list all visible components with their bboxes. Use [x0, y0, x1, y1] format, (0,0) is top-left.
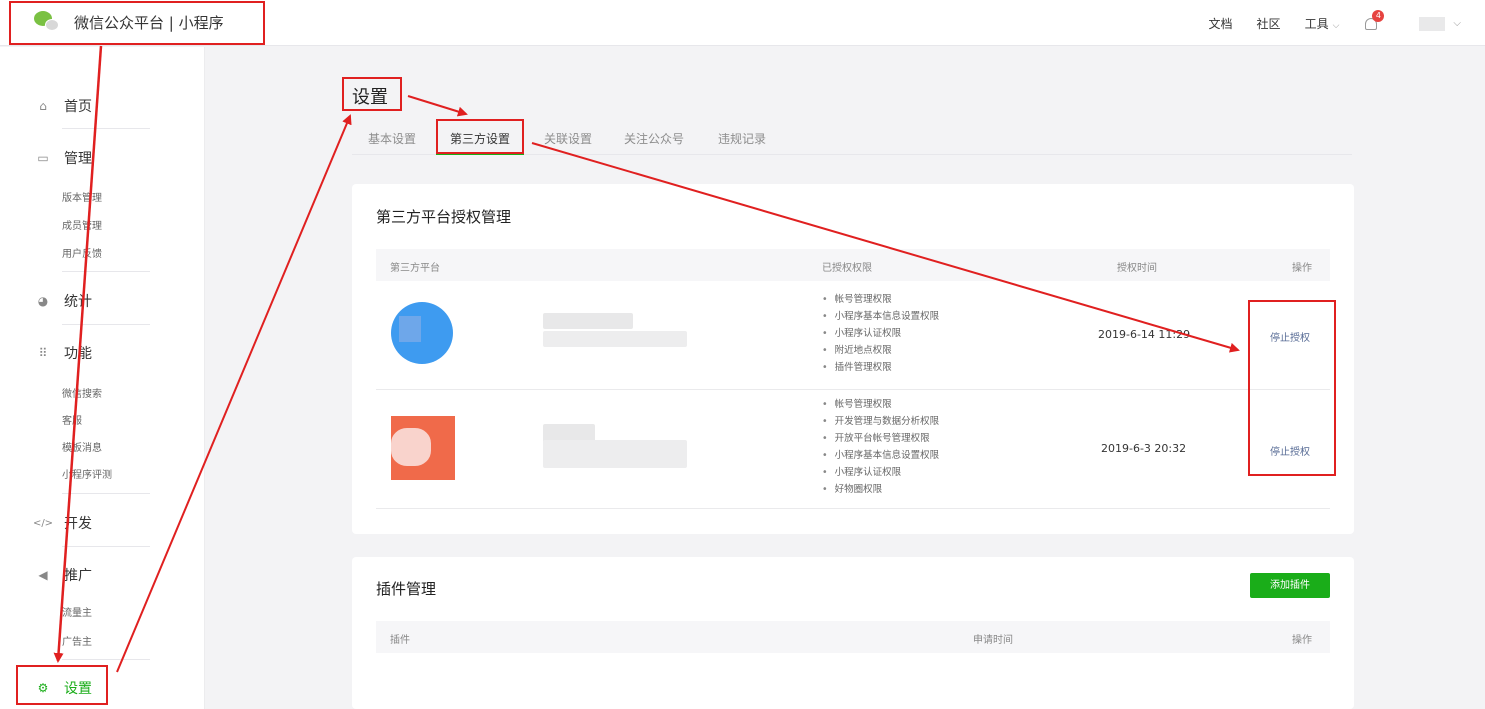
platform-logo	[391, 302, 453, 364]
permission-item: 小程序基本信息设置权限	[822, 447, 940, 464]
code-icon: </>	[32, 517, 54, 529]
notification-badge: 4	[1372, 9, 1385, 22]
tab-follow[interactable]: 关注公众号	[624, 130, 684, 147]
sidebar-subitem-service[interactable]: 客服	[62, 412, 82, 427]
divider	[62, 324, 150, 325]
row-divider	[376, 389, 1330, 390]
permission-item: 开发管理与数据分析权限	[822, 413, 940, 430]
permission-item: 帐号管理权限	[822, 291, 939, 308]
sidebar-subitem-traffic[interactable]: 流量主	[62, 604, 92, 619]
permission-item: 帐号管理权限	[822, 396, 939, 413]
annotation-arrow	[407, 95, 468, 117]
revoke-auth-link[interactable]: 停止授权	[1270, 443, 1310, 458]
column-header: 操作	[1292, 263, 1312, 274]
sidebar-subitem-members[interactable]: 成员管理	[62, 217, 102, 232]
tab-violations[interactable]: 违规记录	[718, 130, 766, 147]
sidebar-subitem-advertiser[interactable]: 广告主	[62, 633, 92, 648]
column-header: 已授权权限	[822, 263, 872, 274]
chevron-down-icon: ⌵	[1332, 21, 1340, 31]
divider	[62, 659, 150, 660]
platform-name-blurred	[543, 331, 687, 347]
top-right-nav: 文档 社区 工具 ⌵ 4 ⌵	[1209, 9, 1485, 32]
add-plugin-button[interactable]: 添加插件	[1250, 573, 1330, 598]
column-header: 申请时间	[973, 635, 1013, 646]
brand[interactable]: 微信公众平台 | 小程序	[34, 11, 224, 33]
sidebar-item-promo[interactable]: ◀ 推广	[36, 565, 92, 585]
pie-chart-icon: ◕	[37, 294, 49, 308]
chevron-down-icon[interactable]: ⌵	[1453, 18, 1461, 29]
auth-time: 2019-6-14 11:29	[1098, 328, 1191, 341]
monitor-icon: ▭	[37, 151, 49, 165]
sidebar-item-home[interactable]: ⌂ 首页	[36, 96, 92, 116]
permission-item: 小程序基本信息设置权限	[822, 308, 940, 325]
revoke-auth-link[interactable]: 停止授权	[1270, 329, 1310, 344]
community-link[interactable]: 社区	[1257, 15, 1281, 32]
permission-item: 小程序认证权限	[822, 325, 939, 342]
permission-item: 附近地点权限	[822, 342, 939, 359]
tab-associate[interactable]: 关联设置	[544, 130, 592, 147]
sidebar-subitem-template[interactable]: 模板消息	[62, 439, 102, 454]
divider	[62, 493, 150, 494]
platform-logo	[391, 416, 455, 480]
grid-icon: ⠿	[38, 346, 48, 360]
auth-time: 2019-6-3 20:32	[1101, 442, 1187, 455]
avatar[interactable]	[1419, 16, 1446, 31]
thirdparty-title: 第三方平台授权管理	[376, 208, 512, 226]
permission-item: 插件管理权限	[822, 359, 939, 376]
permission-list: 帐号管理权限 开发管理与数据分析权限 开放平台帐号管理权限 小程序基本信息设置权…	[822, 396, 940, 498]
active-tab-indicator	[436, 152, 524, 155]
sidebar-item-manage[interactable]: ▭ 管理	[36, 148, 92, 168]
sidebar-subitem-review[interactable]: 小程序评测	[62, 466, 112, 481]
sidebar-subitem-feedback[interactable]: 用户反馈	[62, 245, 102, 260]
brand-title: 微信公众平台 | 小程序	[74, 13, 224, 32]
gear-icon: ⚙	[37, 681, 49, 695]
platform-name-blurred	[543, 440, 687, 468]
top-bar: 微信公众平台 | 小程序 文档 社区 工具 ⌵ 4 ⌵	[0, 0, 1485, 46]
sidebar-item-dev[interactable]: </> 开发	[32, 513, 92, 533]
column-header: 插件	[390, 635, 410, 646]
permission-item: 好物圈权限	[822, 481, 939, 498]
column-header: 第三方平台	[390, 263, 440, 274]
column-header: 授权时间	[1117, 263, 1157, 274]
bell-icon[interactable]: 4	[1363, 9, 1385, 32]
column-header: 操作	[1292, 635, 1312, 646]
thirdparty-table-header: 第三方平台 已授权权限 授权时间 操作	[376, 249, 1330, 281]
permission-item: 开放平台帐号管理权限	[822, 430, 939, 447]
divider	[62, 271, 150, 272]
divider	[62, 128, 150, 129]
sidebar-subitem-versions[interactable]: 版本管理	[62, 189, 102, 204]
row-divider	[376, 508, 1330, 509]
page-title: 设置	[352, 87, 388, 108]
tab-bar: 基本设置 第三方设置 关联设置 关注公众号 违规记录	[352, 122, 1352, 155]
tab-basic[interactable]: 基本设置	[368, 130, 416, 147]
megaphone-icon: ◀	[38, 568, 48, 582]
permission-list: 帐号管理权限 小程序基本信息设置权限 小程序认证权限 附近地点权限 插件管理权限	[822, 291, 940, 376]
plugins-table-header: 插件 申请时间 操作	[376, 621, 1330, 653]
docs-link[interactable]: 文档	[1209, 15, 1233, 32]
divider	[62, 546, 150, 547]
sidebar	[0, 47, 205, 709]
home-icon: ⌂	[39, 99, 47, 113]
sidebar-item-stats[interactable]: ◕ 统计	[36, 291, 92, 311]
wechat-logo-icon	[34, 11, 60, 33]
tab-thirdparty[interactable]: 第三方设置	[450, 130, 510, 147]
tools-menu[interactable]: 工具 ⌵	[1305, 15, 1340, 32]
plugins-title: 插件管理	[376, 580, 437, 598]
permission-item: 小程序认证权限	[822, 464, 939, 481]
sidebar-item-settings[interactable]: ⚙ 设置	[36, 678, 92, 698]
sidebar-item-features[interactable]: ⠿ 功能	[36, 343, 92, 363]
platform-name-blurred	[543, 313, 633, 329]
sidebar-subitem-search[interactable]: 微信搜索	[62, 385, 102, 400]
